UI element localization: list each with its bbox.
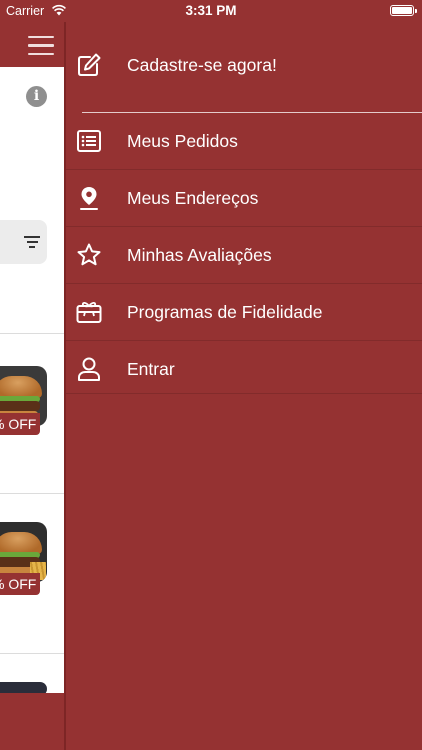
drawer-item-label: Meus Pedidos bbox=[127, 131, 238, 151]
drawer-item-label: Cadastre-se agora! bbox=[127, 55, 277, 75]
drawer-item-label: Entrar bbox=[127, 359, 175, 379]
main-content: i % OFF % OFF bbox=[0, 0, 64, 750]
user-icon bbox=[78, 357, 100, 381]
edit-icon bbox=[78, 53, 101, 76]
divider bbox=[66, 393, 422, 394]
drawer-item-label: Meus Endereços bbox=[127, 188, 259, 208]
drawer-item-label: Programas de Fidelidade bbox=[127, 302, 323, 322]
drawer-item-login[interactable]: Entrar bbox=[66, 340, 422, 397]
side-drawer: Cadastre-se agora! Meus Pedidos Meus End… bbox=[64, 0, 422, 750]
info-icon[interactable]: i bbox=[26, 86, 47, 107]
drawer-item-label: Minhas Avaliações bbox=[127, 245, 272, 265]
discount-badge: % OFF bbox=[0, 573, 40, 595]
bottom-bar bbox=[0, 693, 64, 750]
filter-icon[interactable] bbox=[24, 236, 40, 248]
battery-icon bbox=[390, 5, 417, 16]
list-icon bbox=[77, 130, 101, 152]
drawer-item-orders[interactable]: Meus Pedidos bbox=[66, 112, 422, 169]
discount-badge: % OFF bbox=[0, 413, 40, 435]
status-bar: Carrier 3:31 PM bbox=[0, 0, 422, 22]
divider bbox=[0, 653, 64, 654]
divider bbox=[0, 493, 64, 494]
drawer-item-reviews[interactable]: Minhas Avaliações bbox=[66, 226, 422, 283]
gift-card-icon bbox=[76, 301, 102, 323]
drawer-item-signup[interactable]: Cadastre-se agora! bbox=[66, 36, 422, 93]
drawer-item-addresses[interactable]: Meus Endereços bbox=[66, 169, 422, 226]
hamburger-menu-icon[interactable] bbox=[28, 36, 54, 56]
divider bbox=[0, 333, 64, 334]
location-pin-icon bbox=[80, 187, 98, 210]
drawer-item-loyalty[interactable]: Programas de Fidelidade bbox=[66, 283, 422, 340]
clock: 3:31 PM bbox=[185, 3, 237, 18]
star-icon bbox=[77, 243, 101, 266]
